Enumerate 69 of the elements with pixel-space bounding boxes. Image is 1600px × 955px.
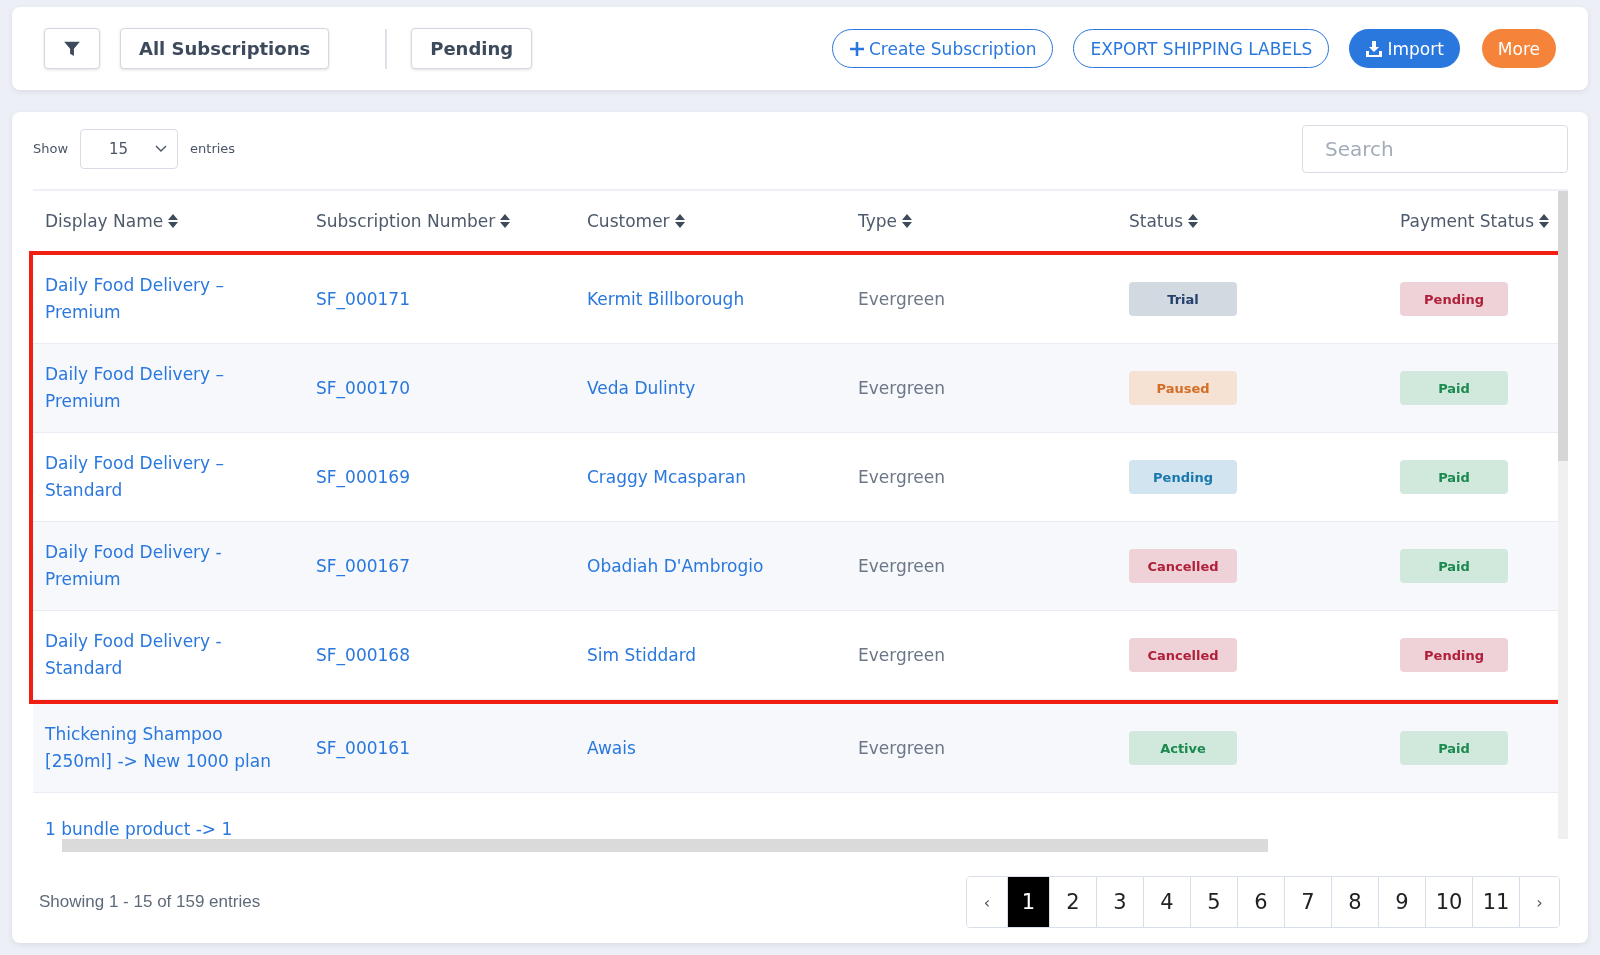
customer-link[interactable]: Veda Dulinty xyxy=(587,377,696,398)
plus-icon xyxy=(848,40,865,57)
sort-icon xyxy=(1188,214,1199,228)
subscription-number-link[interactable]: SF_000168 xyxy=(316,644,410,665)
chevron-down-icon xyxy=(155,144,168,153)
filter-button[interactable] xyxy=(44,28,100,69)
type-text: Evergreen xyxy=(858,645,946,665)
column-header[interactable]: Display Name xyxy=(33,211,304,231)
subscription-number-link[interactable]: SF_000169 xyxy=(316,466,410,487)
column-header[interactable]: Customer xyxy=(575,211,846,231)
vertical-scrollbar[interactable] xyxy=(1558,191,1568,839)
display-name-link[interactable]: Daily Food Delivery – Standard xyxy=(45,450,285,504)
sort-icon xyxy=(674,214,685,228)
download-icon xyxy=(1365,39,1384,58)
customer-link[interactable]: Craggy Mcasparan xyxy=(587,466,746,487)
payment-status-badge: Paid xyxy=(1400,460,1508,494)
display-name-link[interactable]: Daily Food Delivery - Standard xyxy=(45,628,285,682)
page-size-select[interactable]: 15 xyxy=(80,128,179,169)
entries-summary: Showing 1 - 15 of 159 entries xyxy=(39,892,261,912)
status-badge: Cancelled xyxy=(1129,638,1237,672)
payment-status-badge: Paid xyxy=(1400,731,1508,765)
next-page-button[interactable]: › xyxy=(1519,877,1559,927)
action-button[interactable]: EXPORT SHIPPING LABELS xyxy=(1073,29,1330,68)
sort-icon xyxy=(1539,214,1549,228)
sort-icon xyxy=(902,214,913,228)
entries-label: entries xyxy=(190,141,236,156)
page-button[interactable]: 1 xyxy=(1007,877,1049,927)
filter-icon xyxy=(63,39,81,58)
subscription-number-link[interactable]: SF_000161 xyxy=(316,737,410,758)
type-text: Evergreen xyxy=(858,556,946,576)
customer-link[interactable]: Obadiah D'Ambrogio xyxy=(587,555,764,576)
sort-icon xyxy=(168,214,179,228)
view-button[interactable]: All Subscriptions xyxy=(120,28,330,69)
action-button[interactable]: Create Subscription xyxy=(831,29,1054,68)
type-text: Evergreen xyxy=(858,378,946,398)
column-header[interactable]: Payment Status xyxy=(1388,211,1558,231)
customer-link[interactable]: Sim Stiddard xyxy=(587,644,697,665)
display-name-link[interactable]: Daily Food Delivery - Premium xyxy=(45,539,285,593)
status-badge: Trial xyxy=(1129,282,1237,316)
type-text: Evergreen xyxy=(858,289,946,309)
type-text: Evergreen xyxy=(858,467,946,487)
status-badge: Cancelled xyxy=(1129,549,1237,583)
display-name-link[interactable]: Daily Food Delivery – Premium xyxy=(45,361,285,415)
payment-status-badge: Pending xyxy=(1400,638,1508,672)
status-badge: Active xyxy=(1129,731,1237,765)
view-button[interactable]: Pending xyxy=(411,28,533,69)
column-header[interactable]: Subscription Number xyxy=(304,211,575,231)
customer-link[interactable]: Awais xyxy=(587,737,636,758)
more-button[interactable]: More xyxy=(1481,29,1556,68)
column-header[interactable]: Status xyxy=(1117,211,1388,231)
payment-status-badge: Pending xyxy=(1400,282,1508,316)
sort-icon xyxy=(500,214,511,228)
search-field[interactable]: Search xyxy=(1302,124,1568,173)
show-label: Show xyxy=(33,141,69,156)
column-header[interactable]: Type xyxy=(846,211,1117,231)
display-name-link[interactable]: 1 bundle product -> 1 xyxy=(45,819,233,839)
import-button[interactable]: Import xyxy=(1349,29,1460,68)
customer-link[interactable]: Kermit Billborough xyxy=(587,288,745,309)
display-name-link[interactable]: Daily Food Delivery – Premium xyxy=(45,272,285,326)
subscription-number-link[interactable]: SF_000171 xyxy=(316,288,410,309)
status-badge: Paused xyxy=(1129,371,1237,405)
payment-status-badge: Paid xyxy=(1400,371,1508,405)
payment-status-badge: Paid xyxy=(1400,549,1508,583)
type-text: Evergreen xyxy=(858,738,946,758)
subscription-number-link[interactable]: SF_000167 xyxy=(316,555,410,576)
status-badge: Pending xyxy=(1129,460,1237,494)
display-name-link[interactable]: Thickening Shampoo [250ml] -> New 1000 plan xyxy=(45,721,285,775)
subscription-number-link[interactable]: SF_000170 xyxy=(316,377,410,398)
horizontal-scrollbar[interactable] xyxy=(62,839,1268,852)
